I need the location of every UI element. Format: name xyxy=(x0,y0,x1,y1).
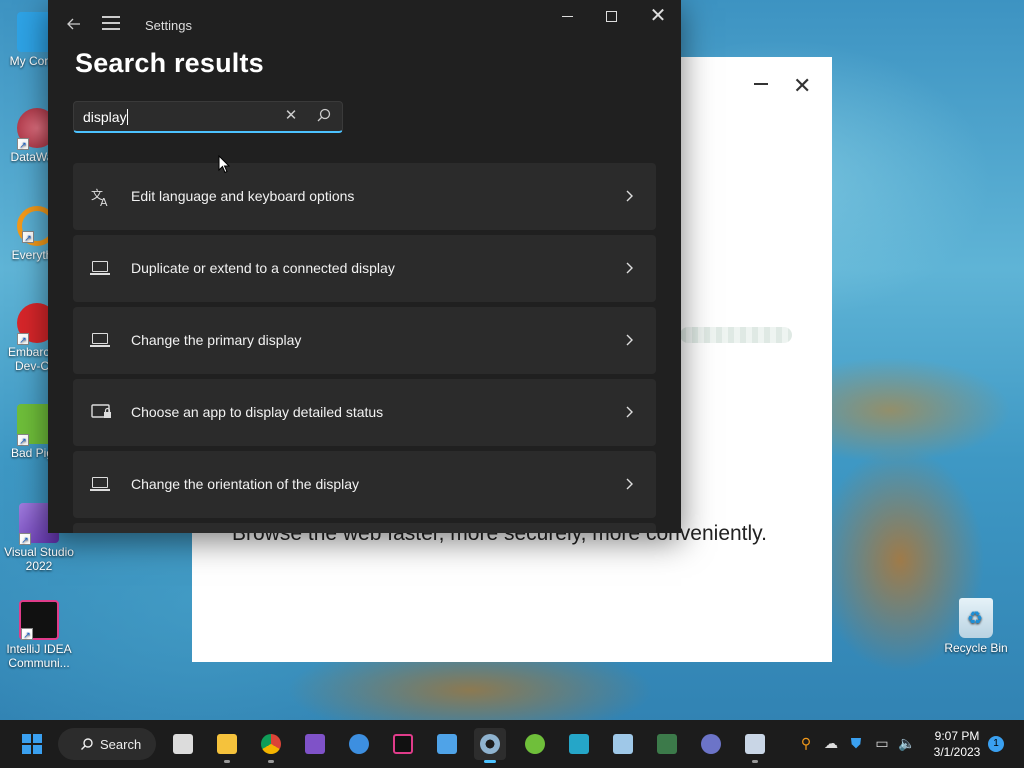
chart-app-button[interactable] xyxy=(607,728,639,760)
install-progress-bar xyxy=(680,327,792,343)
volume-icon[interactable]: 🔈 xyxy=(898,734,916,752)
result-label: Change the orientation of the display xyxy=(131,476,360,492)
security-shield-icon[interactable]: ⛊ xyxy=(847,734,865,752)
desktop-icon-intellij[interactable]: ↗ IntelliJ IDEA Communi... xyxy=(2,600,76,670)
clock-time: 9:07 PM xyxy=(934,729,980,743)
chrome-icon xyxy=(261,734,281,754)
running-indicator xyxy=(224,760,230,763)
installer-icon xyxy=(745,734,765,754)
result-duplicate-extend-display[interactable]: Duplicate or extend to a connected displ… xyxy=(73,235,656,302)
chevron-right-icon xyxy=(625,259,635,277)
task-view-button[interactable] xyxy=(167,728,199,760)
lock-screen-icon xyxy=(91,403,111,421)
window-title: Settings xyxy=(145,18,192,33)
result-label: Duplicate or extend to a connected displ… xyxy=(131,260,395,276)
back-button[interactable] xyxy=(64,14,84,34)
installer-button[interactable] xyxy=(739,728,771,763)
bad-piggies-icon xyxy=(525,734,545,754)
qbittorrent-icon xyxy=(349,734,369,754)
notepad-button[interactable] xyxy=(431,728,463,760)
settings-window: Settings ✕ Search results display ✕ 文A E… xyxy=(48,0,681,533)
intellij-idea-icon: ↗ xyxy=(19,600,59,640)
search-icon xyxy=(81,738,93,750)
chevron-right-icon xyxy=(625,187,635,205)
intellij-idea-icon xyxy=(393,734,413,754)
laptop-icon xyxy=(90,259,111,277)
result-label: Choose an app to display detailed status xyxy=(131,404,384,420)
arrow-left-icon xyxy=(67,18,80,30)
svg-text:A: A xyxy=(100,196,108,207)
gear-icon xyxy=(480,734,500,754)
search-icon[interactable] xyxy=(315,107,333,125)
close-button[interactable]: ✕ xyxy=(648,6,668,26)
chevron-right-icon xyxy=(625,403,635,421)
taskbar-search-label: Search xyxy=(100,737,142,752)
page-title: Search results xyxy=(75,48,264,78)
recycle-bin-label: Recycle Bin xyxy=(944,641,1008,655)
minimize-button[interactable] xyxy=(560,4,576,28)
search-results-list: 文A Edit language and keyboard options Du… xyxy=(73,163,656,533)
result-edit-language-keyboard[interactable]: 文A Edit language and keyboard options xyxy=(73,163,656,230)
network-icon[interactable]: ▭ xyxy=(873,734,891,752)
mouse-pointer-icon xyxy=(218,154,231,174)
everything-tray-icon[interactable]: ⚲ xyxy=(797,734,815,752)
running-indicator xyxy=(752,760,758,763)
visual-studio-button[interactable] xyxy=(299,728,331,760)
result-label: Change the primary display xyxy=(131,332,302,348)
title-bar: Settings ✕ xyxy=(48,0,681,48)
file-explorer-button[interactable] xyxy=(211,728,243,763)
language-keyboard-icon: 文A xyxy=(91,187,111,209)
taskbar: Search ⚲ ☁ ⛊ ▭ 🔈 9:07 PM 3/1/2023 1 xyxy=(0,720,1024,768)
search-input-value[interactable]: display xyxy=(83,109,127,125)
laptop-icon xyxy=(90,331,111,349)
folder-icon xyxy=(217,734,237,754)
chrome-button[interactable] xyxy=(255,728,287,763)
globe-app-button[interactable] xyxy=(695,728,727,760)
result-choose-app-detailed-status[interactable]: Choose an app to display detailed status xyxy=(73,379,656,446)
chevron-right-icon xyxy=(625,331,635,349)
teal-app-icon xyxy=(569,734,589,754)
chart-app-icon xyxy=(613,734,633,754)
notepad-icon xyxy=(437,734,457,754)
start-button[interactable] xyxy=(16,728,48,760)
desktop-icon-label: Visual Studio 2022 xyxy=(4,545,74,573)
app-button-teal[interactable] xyxy=(563,728,595,760)
recycle-bin-icon: ♻ xyxy=(959,598,993,638)
result-change-primary-display[interactable]: Change the primary display xyxy=(73,307,656,374)
monitor-app-icon xyxy=(657,734,677,754)
clear-search-button[interactable]: ✕ xyxy=(282,107,300,125)
settings-search-input[interactable]: display ✕ xyxy=(73,101,343,133)
monitor-app-button[interactable] xyxy=(651,728,683,760)
text-caret xyxy=(126,109,128,125)
task-view-icon xyxy=(173,734,193,754)
chevron-right-icon xyxy=(625,475,635,493)
laptop-icon xyxy=(90,475,111,493)
windows-logo-icon xyxy=(22,734,42,754)
globe-app-icon xyxy=(701,734,721,754)
running-indicator xyxy=(268,760,274,763)
intellij-button[interactable] xyxy=(387,728,419,760)
taskbar-clock[interactable]: 9:07 PM 3/1/2023 xyxy=(924,728,990,760)
result-partial[interactable] xyxy=(73,523,656,533)
result-change-orientation[interactable]: Change the orientation of the display xyxy=(73,451,656,518)
cloud-icon[interactable]: ☁ xyxy=(822,734,840,752)
clock-date: 3/1/2023 xyxy=(933,745,981,759)
desktop-icon-recycle-bin[interactable]: ♻ Recycle Bin xyxy=(940,598,1012,655)
qbittorrent-button[interactable] xyxy=(343,728,375,760)
result-label: Edit language and keyboard options xyxy=(131,188,355,204)
settings-button[interactable] xyxy=(474,728,506,763)
hamburger-menu-icon[interactable] xyxy=(102,16,120,32)
active-indicator xyxy=(484,760,496,763)
maximize-button[interactable] xyxy=(606,11,617,22)
visual-studio-icon xyxy=(305,734,325,754)
taskbar-search-button[interactable]: Search xyxy=(58,728,156,760)
close-icon[interactable]: ✕ xyxy=(793,73,811,99)
desktop-icon-label: IntelliJ IDEA Communi... xyxy=(6,642,72,670)
bad-piggies-button[interactable] xyxy=(519,728,551,760)
minimize-icon[interactable] xyxy=(754,83,768,85)
notification-badge[interactable]: 1 xyxy=(988,736,1004,752)
